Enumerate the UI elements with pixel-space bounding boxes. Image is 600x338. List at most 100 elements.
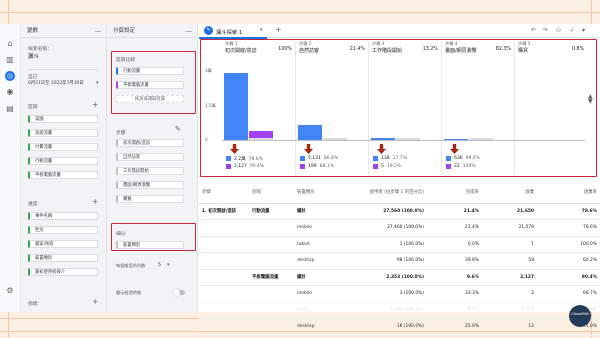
check-dropdown-icon[interactable]: ▾	[579, 26, 588, 35]
segment-chip[interactable]: 平板電腦流量	[28, 171, 98, 179]
variables-header: 變數 —	[21, 24, 106, 38]
rows-dropdown-icon[interactable]: ▾	[167, 262, 170, 268]
device-cell: mobile	[294, 219, 347, 237]
table-row[interactable]: 平板電腦流量 總計 2,353 (100.0%) 9.6% 2,127 90.4%	[199, 269, 600, 286]
abandon-cell: 12	[482, 318, 537, 336]
table-row[interactable]: mobile 27,460 (100.0%) 21.4% 21,579 78.6%	[199, 219, 600, 237]
add-tab-button[interactable]: +	[275, 25, 282, 34]
explore-icon[interactable]: ◎	[5, 71, 15, 81]
step-cell	[199, 236, 249, 253]
configure-icon[interactable]: ▤	[5, 104, 15, 114]
dimension-chip[interactable]: 裝置類別	[28, 254, 98, 262]
highlight-funnel-chart	[200, 39, 597, 177]
users-cell: 27,560 (100.0%)	[347, 203, 427, 220]
segment-chip[interactable]: 直接流量	[28, 129, 98, 137]
segment-cell	[249, 219, 294, 237]
date-range[interactable]: 6月21日至 2022年7月30日	[28, 80, 84, 86]
abandon-rate-cell: 78.6%	[537, 203, 600, 220]
cloudmile-logo: CloudMile	[569, 305, 591, 327]
date-label: 自訂	[28, 75, 38, 80]
check-status-icon[interactable]: ✓	[568, 26, 577, 35]
users-cell: 98 (100.0%)	[347, 252, 427, 270]
tab-settings-header: 分頁設定 —	[107, 24, 197, 38]
segment-cell	[249, 236, 294, 253]
elapsed-toggle[interactable]	[173, 289, 185, 296]
date-dropdown-icon[interactable]: ▾	[96, 80, 99, 86]
segment-chip[interactable]: 行動流量	[28, 157, 98, 165]
edit-pencil-icon[interactable]: ✎	[175, 125, 181, 133]
segment-cell	[249, 318, 294, 336]
dimension-chip[interactable]: 事件名稱	[28, 212, 98, 220]
step-cell	[199, 252, 249, 270]
highlight-segment-comparison	[111, 51, 196, 114]
table-row[interactable]: desktop 16 (100.0%) 25.0% 12 75.0%	[199, 318, 600, 336]
scroll-fade	[199, 294, 600, 312]
tab-name[interactable]: 漏斗探索 1	[216, 28, 242, 36]
exploration-canvas: ✎ 漏斗探索 1 ▾ + ↶ ↷ ⚇ ✓ ▾ 3萬 1.5萬 0 步驟 1 初次開啟/造…	[199, 24, 600, 336]
abandon-cell: 1	[482, 236, 537, 253]
abandon-cell: 59	[482, 252, 537, 270]
step-chip[interactable]: 工作階段開始	[116, 167, 184, 175]
segment-chip[interactable]: 付費流量	[28, 143, 98, 151]
show-elapsed-label: 顯示經過時間	[116, 290, 142, 295]
tab-toolbar: ✎ 漏斗探索 1 ▾ + ↶ ↷ ⚇ ✓ ▾	[199, 24, 600, 39]
step-cell	[199, 318, 249, 336]
dimension-chip[interactable]: 性別	[28, 226, 98, 234]
exploration-name[interactable]: 漏斗	[28, 52, 39, 60]
add-segment-icon[interactable]: +	[92, 101, 98, 109]
step-chip[interactable]: 自然訪客	[116, 153, 184, 161]
segment-cell	[249, 252, 294, 270]
step-cell	[199, 269, 249, 286]
device-cell: 總計	[294, 269, 347, 286]
device-cell: desktop	[294, 252, 347, 270]
step-cell	[199, 219, 249, 237]
abandon-rate-cell: 100.0%	[537, 236, 600, 253]
col-abandon-rate[interactable]: 放棄率	[537, 181, 600, 204]
col-abandon[interactable]: 放棄	[482, 181, 537, 204]
users-cell: 2,353 (100.0%)	[347, 269, 427, 286]
funnel-tab-icon: ✎	[204, 26, 213, 35]
advertising-icon[interactable]: ◉	[5, 87, 15, 97]
add-metric-icon[interactable]: +	[92, 298, 98, 306]
table-row[interactable]: tablet 1 (100.0%) 0.0% 1 100.0%	[199, 236, 600, 253]
col-users[interactable]: 使用者 (佔步驟 1 的百分比)	[347, 181, 427, 204]
collapse-icon[interactable]: —	[186, 24, 193, 38]
table-row[interactable]: desktop 98 (100.0%) 39.8% 59 60.2%	[199, 252, 600, 270]
logo-text: CloudMile	[571, 312, 589, 316]
dimension-chip[interactable]: 最初使用者媒介	[28, 268, 98, 276]
nav-rail: ⌂ ▥ ◎ ◉ ▤ ⚙	[0, 24, 21, 312]
completion-cell: 25.0%	[427, 318, 482, 336]
tab-menu-icon[interactable]: ▾	[260, 27, 263, 33]
add-dimension-icon[interactable]: +	[92, 198, 98, 206]
home-icon[interactable]: ⌂	[5, 39, 15, 49]
col-completion[interactable]: 完成率	[427, 181, 482, 204]
segment-cell: 行動流量	[249, 203, 294, 220]
abandon-rate-cell: 60.2%	[537, 252, 600, 270]
share-icon[interactable]: ⚇	[554, 26, 563, 35]
rows-per-dimension-value[interactable]: 5	[158, 263, 161, 268]
device-cell: tablet	[294, 236, 347, 253]
dimensions-label: 維度	[28, 202, 38, 207]
exploration-name-label: 探索名稱：	[28, 47, 52, 52]
settings-gear-icon[interactable]: ⚙	[5, 286, 15, 296]
col-device[interactable]: 裝置類別	[294, 181, 347, 204]
reports-icon[interactable]: ▥	[5, 55, 15, 65]
undo-icon[interactable]: ↶	[529, 26, 538, 35]
col-step[interactable]: 步驟	[199, 181, 249, 204]
col-segment[interactable]: 區隔	[249, 181, 294, 204]
abandon-cell: 21,650	[482, 203, 537, 220]
redo-icon[interactable]: ↷	[541, 26, 550, 35]
abandon-rate-cell: 78.6%	[537, 219, 600, 237]
abandon-rate-cell: 90.4%	[537, 269, 600, 286]
segment-chip[interactable]: 美國	[28, 115, 98, 123]
step-chip[interactable]: 初次開啟/造訪	[116, 139, 184, 147]
abandon-cell: 21,579	[482, 219, 537, 237]
device-cell: 總計	[294, 203, 347, 220]
variables-panel: 變數 — 探索名稱： 漏斗 自訂 6月21日至 2022年7月30日 ▾ 區隔 …	[21, 24, 107, 312]
table-row[interactable]: 1. 初次開啟/造訪 行動流量 總計 27,560 (100.0%) 21.4% 21,6…	[199, 203, 600, 220]
step-chip[interactable]: 購買	[116, 195, 184, 203]
step-chip[interactable]: 畫面/網頁瀏覽	[116, 181, 184, 189]
dimension-chip[interactable]: 國家/地區	[28, 240, 98, 248]
users-cell: 16 (100.0%)	[347, 318, 427, 336]
collapse-icon[interactable]: —	[95, 24, 102, 38]
